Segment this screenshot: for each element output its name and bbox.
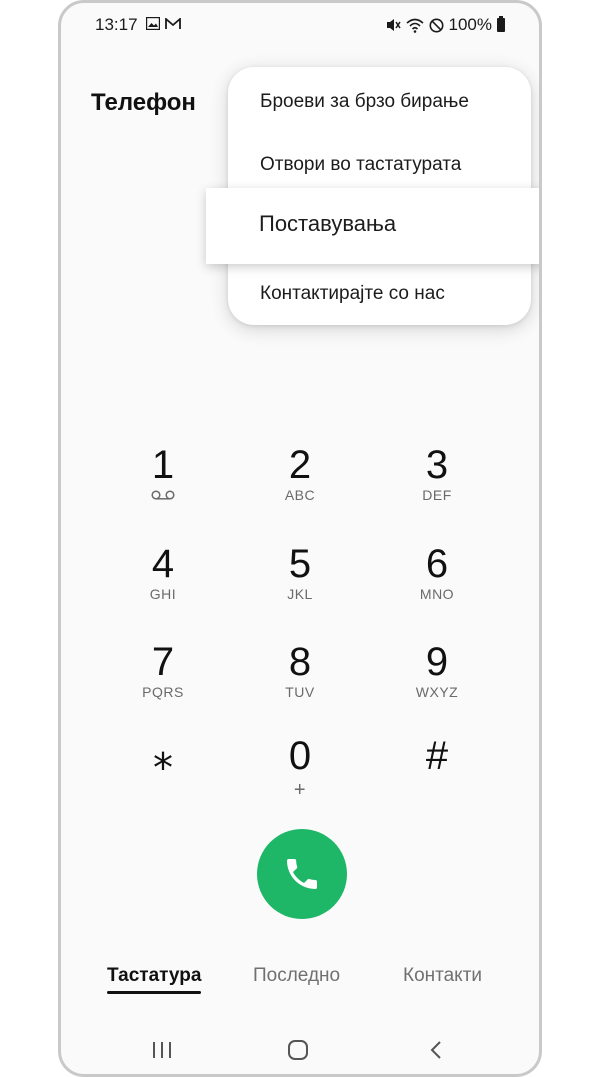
gmail-icon <box>165 17 181 29</box>
key-letters: DEF <box>422 487 452 503</box>
key-0[interactable]: 0 + <box>245 734 355 818</box>
do-not-disturb-icon <box>429 18 444 32</box>
back-icon <box>430 1041 441 1059</box>
key-star[interactable]: ⁎ <box>108 734 218 818</box>
gallery-icon <box>146 17 160 30</box>
key-digit: 1 <box>151 443 175 487</box>
key-letters: JKL <box>287 586 313 602</box>
key-digit: 9 <box>425 640 449 684</box>
key-9[interactable]: 9 WXYZ <box>382 640 492 724</box>
battery-icon <box>497 16 505 32</box>
menu-item-contact-us[interactable]: Контактирајте со нас <box>260 283 445 305</box>
menu-item-open-in-keypad[interactable]: Отвори во тастатурата <box>260 154 461 176</box>
key-letters: + <box>293 779 307 801</box>
key-digit: 7 <box>151 640 175 684</box>
wifi-icon <box>405 18 424 33</box>
key-digit: 4 <box>151 542 175 586</box>
key-1[interactable]: 1 <box>108 443 218 527</box>
recent-apps-icon <box>153 1042 171 1058</box>
back-button[interactable] <box>421 1035 451 1065</box>
key-letters: GHI <box>149 586 177 602</box>
key-7[interactable]: 7 PQRS <box>108 640 218 724</box>
status-left-icons <box>146 17 181 30</box>
key-8[interactable]: 8 TUV <box>245 640 355 724</box>
key-digit: # <box>425 734 449 778</box>
key-letters: TUV <box>285 684 315 700</box>
key-letters: ABC <box>284 487 316 503</box>
key-letters: PQRS <box>142 684 184 700</box>
phone-icon <box>287 859 317 889</box>
key-6[interactable]: 6 MNO <box>382 542 492 626</box>
voicemail-icon <box>151 490 175 500</box>
home-icon <box>288 1040 308 1060</box>
key-letters: MNO <box>419 586 455 602</box>
tab-recents[interactable]: Последно <box>253 965 340 987</box>
key-digit: ⁎ <box>153 734 173 778</box>
tab-active-indicator <box>107 991 201 994</box>
mute-icon <box>386 19 401 31</box>
tab-keypad[interactable]: Тастатура <box>107 965 201 987</box>
status-right: 100% <box>385 15 505 35</box>
key-digit: 0 <box>288 734 312 778</box>
recent-apps-button[interactable] <box>147 1035 177 1065</box>
key-3[interactable]: 3 DEF <box>382 443 492 527</box>
status-bar: 13:17 100% <box>61 11 539 39</box>
key-digit: 2 <box>288 443 312 487</box>
tab-contacts[interactable]: Контакти <box>403 965 482 987</box>
key-digit: 5 <box>288 542 312 586</box>
call-button[interactable] <box>257 829 347 919</box>
key-hash[interactable]: # <box>382 734 492 818</box>
home-button[interactable] <box>283 1035 313 1065</box>
key-4[interactable]: 4 GHI <box>108 542 218 626</box>
key-digit: 8 <box>288 640 312 684</box>
status-time: 13:17 <box>95 15 138 34</box>
key-letters: WXYZ <box>415 684 459 700</box>
key-digit: 3 <box>425 443 449 487</box>
menu-item-speed-dial[interactable]: Броеви за брзо бирање <box>260 91 469 113</box>
key-5[interactable]: 5 JKL <box>245 542 355 626</box>
battery-percent: 100% <box>448 15 492 34</box>
app-title: Телефон <box>91 89 196 116</box>
menu-item-settings[interactable]: Поставувања <box>206 188 539 264</box>
key-2[interactable]: 2 ABC <box>245 443 355 527</box>
phone-frame: 13:17 100% Телефон Броеви за брзо бирање… <box>58 0 542 1077</box>
menu-item-settings-label: Поставувања <box>259 211 397 236</box>
key-digit: 6 <box>425 542 449 586</box>
